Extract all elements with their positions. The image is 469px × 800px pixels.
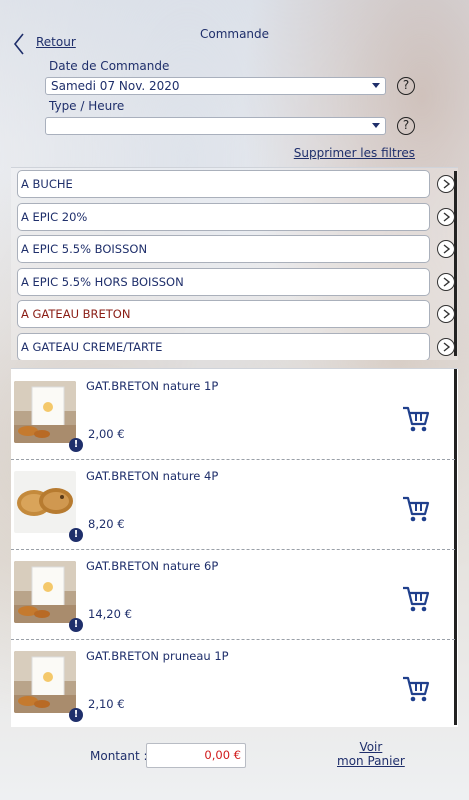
chevron-right-circle-icon[interactable] xyxy=(437,305,455,323)
product-name: GAT.BRETON pruneau 1P xyxy=(86,649,229,663)
view-cart-line2: mon Panier xyxy=(337,754,405,768)
help-glyph: ? xyxy=(402,78,410,92)
product-image xyxy=(14,471,76,533)
exclamation-badge-icon[interactable]: ! xyxy=(69,618,83,632)
category-label[interactable]: A EPIC 5.5% HORS BOISSON xyxy=(17,267,430,296)
date-select-value: Samedi 07 Nov. 2020 xyxy=(51,79,180,93)
type-select[interactable] xyxy=(45,117,386,135)
chevron-left-icon xyxy=(13,33,24,55)
help-icon[interactable]: ? xyxy=(397,117,415,135)
product-price: 2,10 € xyxy=(88,697,125,711)
type-label: Type / Heure xyxy=(49,99,125,113)
product-price: 2,00 € xyxy=(88,427,125,441)
chevron-right-circle-icon[interactable] xyxy=(437,175,455,193)
category-label[interactable]: A GATEAU BRETON xyxy=(17,300,430,328)
exclamation-badge-icon[interactable]: ! xyxy=(69,708,83,722)
add-to-cart-icon[interactable] xyxy=(401,674,431,704)
add-to-cart-icon[interactable] xyxy=(401,584,431,614)
chevron-right-circle-icon[interactable] xyxy=(437,272,455,291)
chevron-down-icon xyxy=(372,123,380,128)
product-row[interactable]: ! GAT.BRETON pruneau 1P 2,10 € xyxy=(11,639,455,727)
category-label[interactable]: A EPIC 20% xyxy=(17,202,430,231)
category-scrollbar[interactable] xyxy=(454,171,457,356)
exclamation-badge-icon[interactable]: ! xyxy=(69,438,83,452)
chevron-right-circle-icon[interactable] xyxy=(437,337,455,356)
product-image xyxy=(14,651,76,713)
product-price: 8,20 € xyxy=(88,517,125,531)
help-icon[interactable]: ? xyxy=(397,77,415,95)
category-label[interactable]: A EPIC 5.5% BOISSON xyxy=(17,235,430,263)
date-select[interactable]: Samedi 07 Nov. 2020 xyxy=(45,77,386,95)
back-label: Retour xyxy=(36,35,76,49)
product-image xyxy=(14,381,76,443)
product-row[interactable]: ! GAT.BRETON nature 1P 2,00 € xyxy=(11,369,455,460)
chevron-right-circle-icon[interactable] xyxy=(437,240,455,258)
product-price: 14,20 € xyxy=(88,607,132,621)
product-name: GAT.BRETON nature 1P xyxy=(86,379,219,393)
product-name: GAT.BRETON nature 6P xyxy=(86,559,219,573)
product-name: GAT.BRETON nature 4P xyxy=(86,469,219,483)
category-label[interactable]: A BUCHE xyxy=(17,170,430,198)
view-cart-line1: Voir xyxy=(359,740,383,754)
product-row[interactable]: ! GAT.BRETON nature 6P 14,20 € xyxy=(11,549,455,640)
category-list[interactable]: A BUCHE A EPIC 20% A EPIC 5.5% BOISSON A EP… xyxy=(11,167,458,360)
date-label: Date de Commande xyxy=(49,59,170,73)
product-list[interactable]: ! GAT.BRETON nature 1P 2,00 €! GAT.BRETON n… xyxy=(11,368,458,727)
chevron-down-icon xyxy=(372,83,380,88)
back-button[interactable]: Retour xyxy=(12,32,76,56)
category-label[interactable]: A GATEAU CREME/TARTE xyxy=(17,332,430,360)
add-to-cart-icon[interactable] xyxy=(401,494,431,524)
product-image xyxy=(14,561,76,623)
product-row[interactable]: ! GAT.BRETON nature 4P 8,20 € xyxy=(11,459,455,550)
amount-label: Montant : xyxy=(90,749,148,763)
help-glyph: ? xyxy=(402,118,410,132)
add-to-cart-icon[interactable] xyxy=(401,404,431,434)
amount-field: 0,00 € xyxy=(146,743,246,768)
clear-filters-link[interactable]: Supprimer les filtres xyxy=(294,146,415,160)
view-cart-link[interactable]: Voir mon Panier xyxy=(337,740,405,768)
exclamation-badge-icon[interactable]: ! xyxy=(69,528,83,542)
chevron-right-circle-icon[interactable] xyxy=(437,207,455,226)
